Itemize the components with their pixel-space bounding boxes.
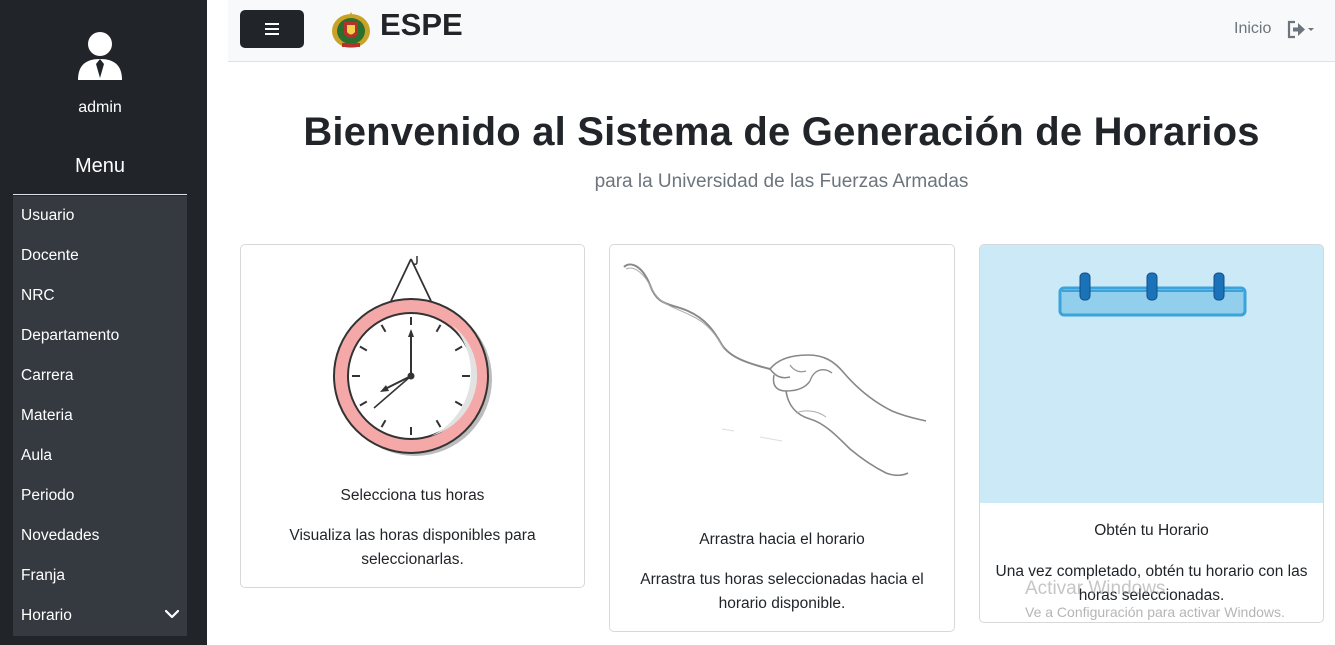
card-drag-to-schedule: Arrastra hacia el horario Arrastra tus h… (609, 244, 955, 632)
card-title: Selecciona tus horas (340, 487, 485, 504)
menu-divider (13, 194, 187, 195)
sidebar-item-label: Docente (21, 247, 79, 264)
sidebar-item-label: Novedades (21, 527, 100, 544)
sidebar-item-label: Carrera (21, 367, 74, 384)
page-title: Bienvenido al Sistema de Generación de H… (303, 110, 1260, 154)
sidebar-item-aula[interactable]: Aula (13, 436, 187, 476)
menu-title: Menu (74, 155, 126, 177)
card-text: Arrastra tus horas seleccionadas hacia e… (640, 571, 924, 612)
card-select-hours: Selecciona tus horas Visualiza las horas… (240, 244, 585, 588)
sidebar-item-nrc[interactable]: NRC (13, 276, 187, 316)
card-title: Obtén tu Horario (1094, 522, 1209, 539)
user-avatar-icon (78, 32, 122, 80)
sidebar-item-franja[interactable]: Franja (13, 556, 187, 596)
sidebar-item-usuario[interactable]: Usuario (13, 196, 187, 236)
sidebar-item-materia[interactable]: Materia (13, 396, 187, 436)
sidebar-menu: Usuario Docente NRC Departamento Carrera… (13, 196, 187, 636)
username: admin (78, 99, 122, 116)
card-text: Visualiza las horas disponibles para sel… (289, 527, 536, 568)
sidebar-item-novedades[interactable]: Novedades (13, 516, 187, 556)
sidebar: admin Menu Usuario Docente NRC Departame… (0, 0, 207, 645)
windows-activation-subtitle: Ve a Configuración para activar Windows. (1025, 604, 1285, 620)
card-get-schedule: Obtén tu Horario Una vez completado, obt… (979, 244, 1324, 623)
clock-illustration (333, 256, 492, 456)
sidebar-item-label: Departamento (21, 327, 120, 344)
espe-logo (332, 12, 370, 48)
chevron-down-icon[interactable] (165, 609, 179, 619)
hamburger-icon (265, 23, 279, 25)
sign-out-icon[interactable] (1286, 19, 1318, 41)
calendar-binder-illustration (980, 245, 1323, 503)
sidebar-item-departamento[interactable]: Departamento (13, 316, 187, 356)
page-subtitle: para la Universidad de las Fuerzas Armad… (594, 171, 969, 192)
sidebar-toggle-button[interactable] (240, 10, 304, 48)
top-navbar: ESPE Inicio (228, 0, 1335, 62)
sidebar-item-periodo[interactable]: Periodo (13, 476, 187, 516)
hamburger-icon (265, 33, 279, 35)
sidebar-item-label: Aula (21, 447, 53, 464)
nav-inicio-link[interactable]: Inicio (1234, 20, 1271, 38)
card-title: Arrastra hacia el horario (699, 531, 865, 548)
sidebar-item-docente[interactable]: Docente (13, 236, 187, 276)
hamburger-icon (265, 28, 279, 30)
sidebar-item-label: Usuario (21, 207, 75, 224)
sidebar-item-label: Periodo (21, 487, 75, 504)
brand-name[interactable]: ESPE (380, 7, 463, 43)
sidebar-item-carrera[interactable]: Carrera (13, 356, 187, 396)
windows-activation-title: Activar Windows (1025, 578, 1166, 599)
sidebar-item-label: Horario (21, 607, 72, 624)
sidebar-item-label: Franja (21, 567, 65, 584)
sidebar-item-horario[interactable]: Horario (13, 596, 187, 636)
hand-drag-illustration (623, 263, 927, 477)
sidebar-item-label: NRC (21, 287, 55, 304)
sidebar-item-label: Materia (21, 407, 73, 424)
